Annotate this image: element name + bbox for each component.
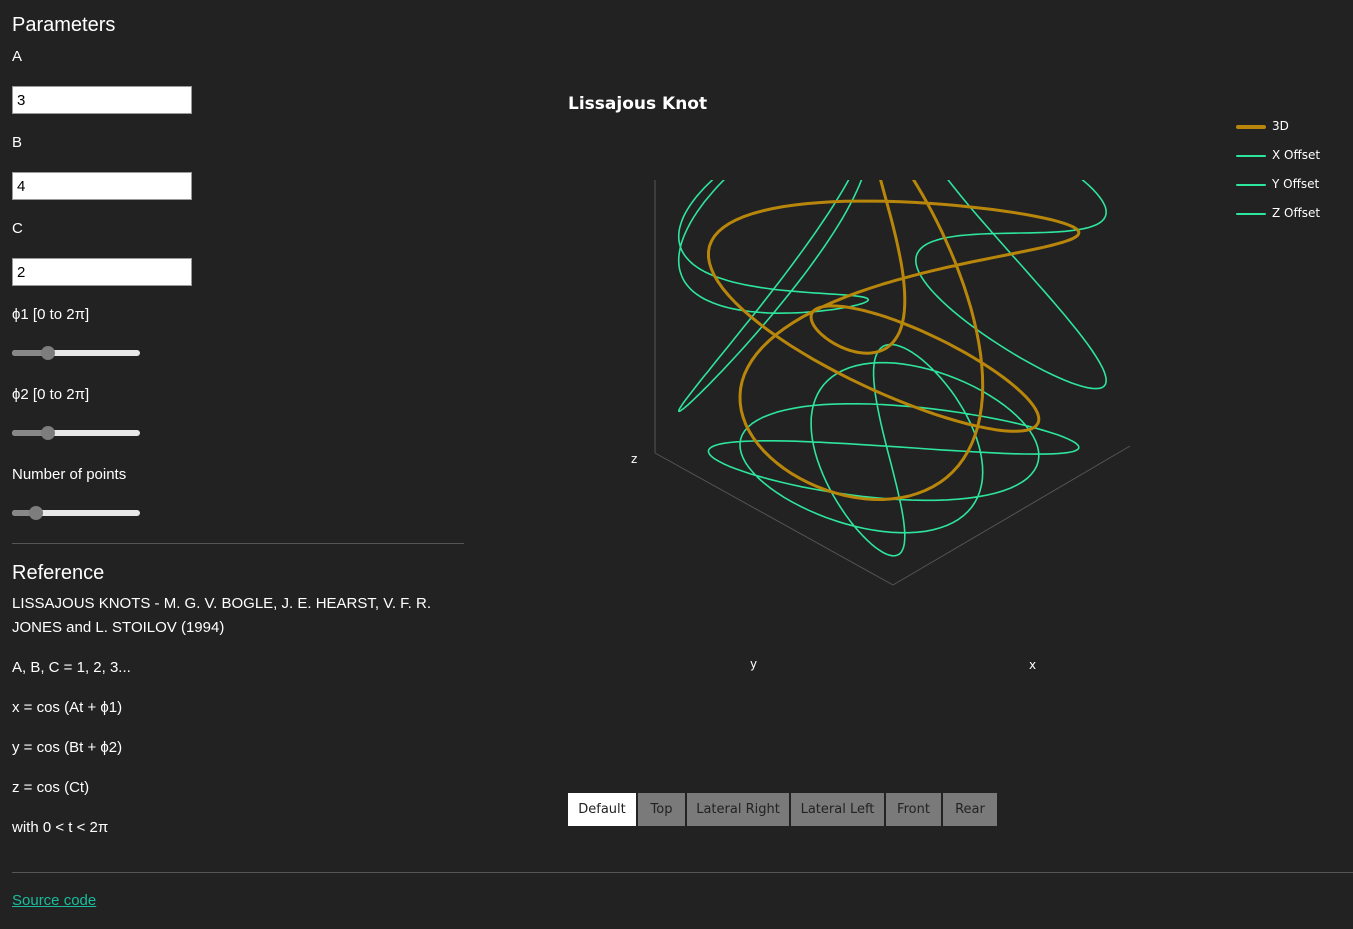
legend-swatch-3d bbox=[1236, 125, 1266, 129]
points-label: Number of points bbox=[12, 466, 127, 483]
param-b-input[interactable] bbox=[12, 172, 192, 200]
reference-line-z: z = cos (Ct) bbox=[12, 779, 90, 796]
phi2-slider-thumb[interactable] bbox=[40, 426, 55, 440]
phi1-slider-thumb[interactable] bbox=[40, 346, 55, 360]
legend-item-x-offset[interactable]: X Offset bbox=[1236, 147, 1346, 167]
source-code-link[interactable]: Source code bbox=[12, 892, 96, 909]
points-slider-thumb[interactable] bbox=[29, 506, 44, 520]
legend-swatch-z-offset bbox=[1236, 213, 1266, 215]
legend-swatch-y-offset bbox=[1236, 184, 1266, 186]
legend-label-x-offset: X Offset bbox=[1272, 148, 1321, 162]
x-axis-line bbox=[892, 445, 1131, 586]
reference-line-x: x = cos (At + ϕ1) bbox=[12, 699, 123, 716]
y-axis-label: y bbox=[750, 657, 758, 671]
y-offset-curve bbox=[677, 180, 870, 413]
footer-divider bbox=[12, 872, 1353, 873]
3d-knot-curve bbox=[707, 180, 1081, 501]
reference-citation: LISSAJOUS KNOTS - M. G. V. BOGLE, J. E. … bbox=[12, 595, 432, 636]
phi2-label: ϕ2 [0 to 2π] bbox=[12, 386, 90, 403]
reference-line-y: y = cos (Bt + ϕ2) bbox=[12, 739, 123, 756]
param-c-input[interactable] bbox=[12, 258, 192, 286]
view-top-button[interactable]: Top bbox=[638, 793, 685, 826]
view-rear-button[interactable]: Rear bbox=[943, 793, 997, 826]
y-axis-line bbox=[654, 452, 894, 586]
param-a-input[interactable] bbox=[12, 86, 192, 114]
phi2-slider[interactable] bbox=[12, 426, 140, 440]
phi1-label: ϕ1 [0 to 2π] bbox=[12, 306, 90, 323]
reference-heading: Reference bbox=[12, 562, 105, 584]
plot-axes bbox=[654, 180, 1131, 586]
reference-line-range: with 0 < t < 2π bbox=[12, 819, 109, 836]
reference-line-abc: A, B, C = 1, 2, 3... bbox=[12, 659, 131, 676]
param-a-label: A bbox=[12, 48, 23, 65]
view-lateral-right-button[interactable]: Lateral Right bbox=[687, 793, 789, 826]
parameters-heading: Parameters bbox=[12, 14, 116, 36]
view-default-button[interactable]: Default bbox=[568, 793, 636, 826]
section-divider bbox=[12, 543, 464, 544]
legend-item-3d[interactable]: 3D bbox=[1236, 118, 1346, 138]
x-axis-label: x bbox=[1029, 658, 1037, 672]
param-b-label: B bbox=[12, 134, 23, 151]
view-lateral-left-button[interactable]: Lateral Left bbox=[791, 793, 884, 826]
points-slider[interactable] bbox=[12, 506, 140, 520]
legend-label-z-offset: Z Offset bbox=[1272, 206, 1321, 220]
phi1-slider[interactable] bbox=[12, 346, 140, 360]
legend-label-y-offset: Y Offset bbox=[1272, 177, 1320, 191]
plot-title: Lissajous Knot bbox=[568, 94, 708, 114]
legend-swatch-x-offset bbox=[1236, 155, 1266, 157]
legend-label-3d: 3D bbox=[1272, 119, 1289, 133]
legend-item-y-offset[interactable]: Y Offset bbox=[1236, 176, 1346, 196]
view-front-button[interactable]: Front bbox=[886, 793, 941, 826]
legend-item-z-offset[interactable]: Z Offset bbox=[1236, 205, 1346, 225]
param-c-label: C bbox=[12, 220, 23, 237]
3d-plot-canvas[interactable] bbox=[560, 180, 1200, 740]
plot-curves bbox=[677, 180, 1107, 557]
z-axis-label: z bbox=[631, 452, 638, 466]
